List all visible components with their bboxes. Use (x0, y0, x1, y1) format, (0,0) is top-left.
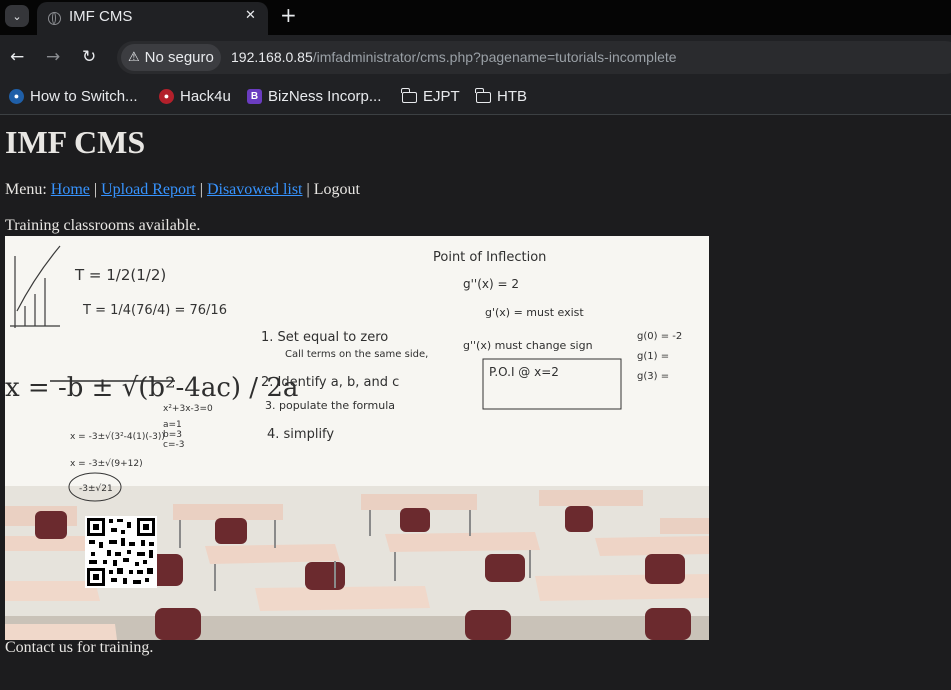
menu-label: Menu: (5, 181, 47, 198)
step-line: 4. simplify (267, 427, 334, 442)
address-bar[interactable]: ⚠ No seguro 192.168.0.85/imfadministrato… (117, 41, 951, 74)
menu-separator: | (306, 181, 310, 198)
bookmark-label: BizNess Incorp... (268, 87, 382, 105)
bookmark-bizness[interactable]: B BizNess Incorp... (247, 86, 381, 106)
blue-circle-icon: ● (9, 88, 24, 104)
svg-text:x²+3x-3=0: x²+3x-3=0 (163, 404, 213, 414)
board-title: Point of Inflection (433, 250, 546, 265)
menu-separator: | (93, 181, 98, 198)
page-content: IMF CMS Menu: Home | Upload Report | Dis… (0, 116, 951, 690)
back-button[interactable]: ← (10, 46, 24, 68)
note-line: g'(x) = must exist (485, 306, 584, 319)
close-icon[interactable]: ✕ (245, 8, 256, 23)
tab-strip: ⌄ IMF CMS ✕ + (0, 0, 951, 35)
svg-text:a=1: a=1 (163, 420, 182, 430)
bookmark-hack4u[interactable]: ● Hack4u (159, 86, 231, 106)
bookmark-label: EJPT (423, 87, 460, 105)
menu-logout: Logout (313, 181, 360, 198)
note-line: g''(x) must change sign (463, 339, 593, 352)
bookmarks-bar: ● How to Switch... ● Hack4u B BizNess In… (0, 80, 951, 115)
math-line: T = 1/4(76/4) = 76/16 (82, 303, 227, 318)
note-line: g(1) = (637, 351, 669, 362)
tab-search-button[interactable]: ⌄ (5, 5, 29, 27)
red-logo-icon: ● (159, 88, 174, 104)
warning-icon: ⚠ (128, 50, 140, 65)
b-letter-icon: B (247, 88, 262, 104)
reload-icon: ↻ (82, 47, 97, 67)
url-path: /imfadministrator/cms.php?pagename=tutor… (312, 49, 677, 65)
folder-icon (475, 87, 491, 103)
step-line: 1. Set equal to zero (261, 330, 388, 345)
step-line: 3. populate the formula (265, 399, 395, 412)
svg-text:c=-3: c=-3 (163, 440, 184, 450)
new-tab-button[interactable]: + (280, 3, 297, 27)
bookmark-folder-htb[interactable]: HTB (475, 86, 527, 106)
step-line: Call terms on the same side, (285, 349, 428, 360)
note-line: g(0) = -2 (637, 331, 682, 342)
chevron-down-icon: ⌄ (12, 9, 22, 23)
main-menu: Menu: Home | Upload Report | Disavowed l… (5, 181, 360, 199)
url-text[interactable]: 192.168.0.85/imfadministrator/cms.php?pa… (231, 49, 677, 65)
page-title: IMF CMS (5, 124, 146, 160)
arrow-left-icon: ← (10, 47, 25, 67)
quadratic-formula: x = -b ± √(b²-4ac) / 2a (5, 373, 298, 403)
arrow-right-icon: → (46, 47, 61, 67)
note-line: g(3) = (637, 371, 669, 382)
svg-text:x = -3±√(9+12): x = -3±√(9+12) (70, 458, 143, 469)
menu-link-disavowed-list[interactable]: Disavowed list (207, 181, 303, 198)
bookmark-label: Hack4u (180, 87, 231, 105)
classroom-photo: T = 1/2(1/2) T = 1/4(76/4) = 76/16 x = -… (5, 236, 709, 640)
intro-text: Training classrooms available. (5, 217, 201, 234)
footer-text: Contact us for training. (5, 639, 154, 656)
tab-active[interactable]: IMF CMS ✕ (37, 2, 268, 35)
menu-link-upload-report[interactable]: Upload Report (101, 181, 196, 198)
forward-button[interactable]: → (46, 46, 60, 68)
qr-code (85, 516, 157, 588)
browser-toolbar: ← → ↻ ⚠ No seguro 192.168.0.85/imfadmini… (0, 35, 951, 80)
menu-link-home[interactable]: Home (51, 181, 90, 198)
plus-icon: + (280, 3, 297, 27)
bookmark-label: How to Switch... (30, 87, 138, 105)
svg-text:b=3: b=3 (163, 430, 182, 440)
menu-separator: | (199, 181, 203, 198)
note-line: P.O.I @ x=2 (489, 365, 559, 379)
svg-text:-3±√21: -3±√21 (79, 483, 113, 494)
security-label: No seguro (144, 49, 214, 66)
bookmark-how-to-switch[interactable]: ● How to Switch... (9, 86, 138, 106)
tab-title: IMF CMS (69, 8, 133, 25)
reload-button[interactable]: ↻ (82, 46, 96, 68)
bookmark-label: HTB (497, 87, 527, 105)
url-host: 192.168.0.85 (231, 49, 313, 65)
math-line: T = 1/2(1/2) (74, 266, 166, 284)
classroom-image: T = 1/2(1/2) T = 1/4(76/4) = 76/16 x = -… (5, 236, 709, 640)
security-chip[interactable]: ⚠ No seguro (121, 44, 221, 71)
globe-icon (48, 12, 61, 25)
step-line: 2. Identify a, b, and c (261, 375, 399, 390)
bookmark-folder-ejpt[interactable]: EJPT (401, 86, 460, 106)
note-line: g''(x) = 2 (463, 277, 519, 291)
folder-icon (401, 87, 417, 103)
svg-text:x = -3±√(3²-4(1)(-3)): x = -3±√(3²-4(1)(-3)) (70, 431, 165, 442)
